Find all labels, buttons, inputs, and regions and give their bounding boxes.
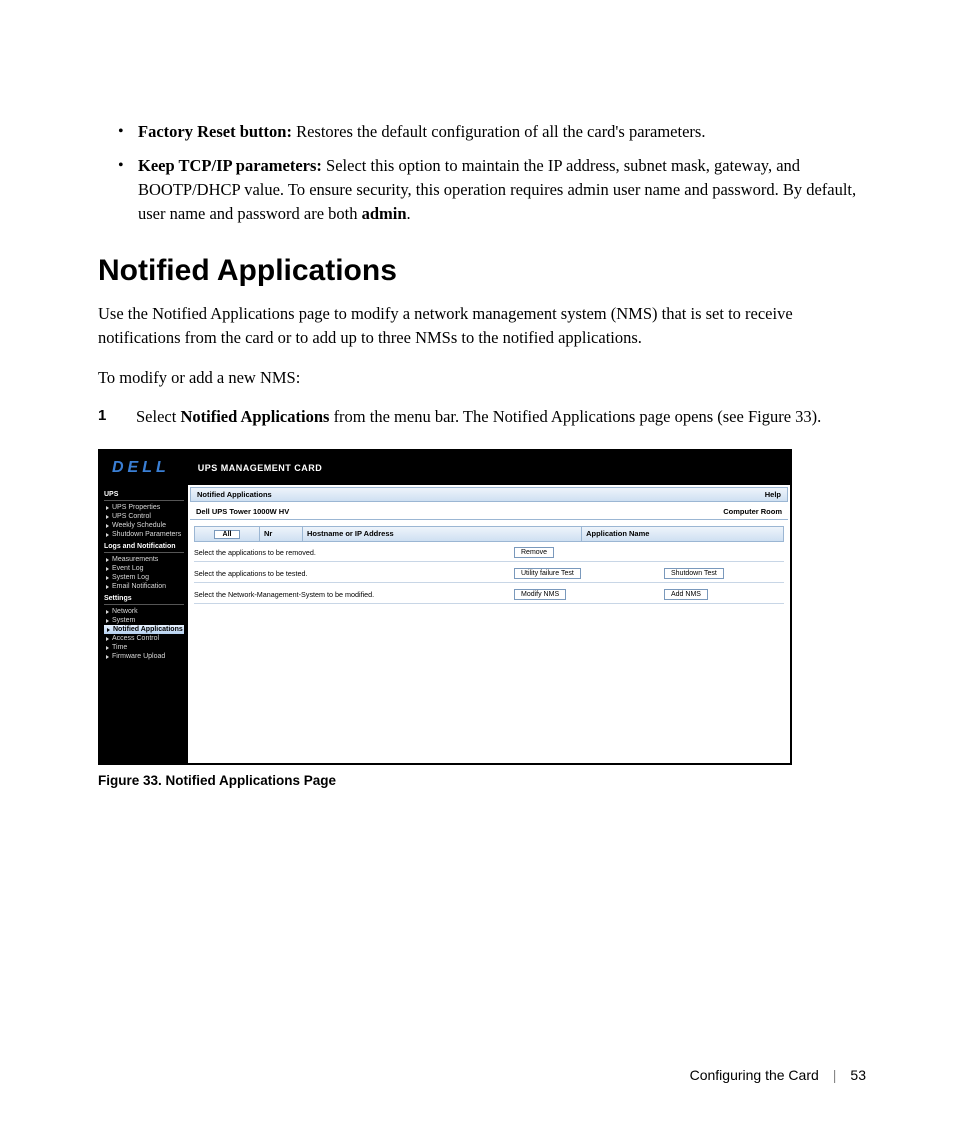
bullet-keep-tcpip: Keep TCP/IP parameters: Select this opti… <box>138 154 866 226</box>
sidebar-item-system[interactable]: System <box>104 616 184 625</box>
bullet-tail-bold: admin <box>362 204 407 223</box>
col-hostname: Hostname or IP Address <box>303 527 582 541</box>
sidebar-item-access-control[interactable]: Access Control <box>104 634 184 643</box>
bullet-tail-after: . <box>407 204 411 223</box>
app-title: UPS MANAGEMENT CARD <box>198 463 323 473</box>
utility-failure-test-button[interactable]: Utility failure Test <box>514 568 581 579</box>
sidebar-item-shutdown-parameters[interactable]: Shutdown Parameters <box>104 530 184 539</box>
figure-33-screenshot: DELL UPS MANAGEMENT CARD UPS UPS Propert… <box>98 449 792 765</box>
col-appname: Application Name <box>582 527 783 541</box>
add-nms-button[interactable]: Add NMS <box>664 589 708 600</box>
bullet-factory-reset: Factory Reset button: Restores the defau… <box>138 120 866 144</box>
sidebar-item-weekly-schedule[interactable]: Weekly Schedule <box>104 521 184 530</box>
step-post: from the menu bar. The Notified Applicat… <box>329 407 821 426</box>
sidebar-item-email-notification[interactable]: Email Notification <box>104 582 184 591</box>
content-titlebar: Notified Applications Help <box>190 487 788 502</box>
row-label: Select the applications to be tested. <box>194 569 514 578</box>
bullet-text: Restores the default configuration of al… <box>292 122 705 141</box>
sidebar: UPS UPS Properties UPS Control Weekly Sc… <box>100 485 188 763</box>
action-row-nms: Select the Network-Management-System to … <box>194 589 784 604</box>
modify-nms-button[interactable]: Modify NMS <box>514 589 566 600</box>
chevron-right-icon <box>106 576 109 580</box>
chevron-right-icon <box>106 506 109 510</box>
action-row-test: Select the applications to be tested. Ut… <box>194 568 784 583</box>
sidebar-item-network[interactable]: Network <box>104 607 184 616</box>
dell-logo: DELL <box>112 459 170 477</box>
chevron-right-icon <box>106 524 109 528</box>
remove-button[interactable]: Remove <box>514 547 554 558</box>
device-name: Dell UPS Tower 1000W HV <box>196 507 289 516</box>
sidebar-item-firmware-upload[interactable]: Firmware Upload <box>104 652 184 661</box>
sidebar-item-notified-applications[interactable]: Notified Applications <box>104 625 184 634</box>
chevron-right-icon <box>106 533 109 537</box>
intro-paragraph-1: Use the Notified Applications page to mo… <box>98 302 866 350</box>
step-bold: Notified Applications <box>180 407 329 426</box>
figure-caption: Figure 33. Notified Applications Page <box>98 773 866 788</box>
page-footer: Configuring the Card | 53 <box>690 1067 866 1083</box>
all-button[interactable]: All <box>214 530 241 539</box>
step-pre: Select <box>136 407 180 426</box>
intro-paragraph-2: To modify or add a new NMS: <box>98 366 866 390</box>
chevron-right-icon <box>106 637 109 641</box>
step-number: 1 <box>98 405 136 429</box>
content-panel: Notified Applications Help Dell UPS Towe… <box>188 485 790 763</box>
footer-section: Configuring the Card <box>690 1067 819 1083</box>
sidebar-item-ups-properties[interactable]: UPS Properties <box>104 503 184 512</box>
sidebar-item-measurements[interactable]: Measurements <box>104 555 184 564</box>
table-header: All Nr Hostname or IP Address Applicatio… <box>194 526 784 542</box>
row-label: Select the applications to be removed. <box>194 548 514 557</box>
chevron-right-icon <box>106 585 109 589</box>
footer-page-number: 53 <box>850 1067 866 1083</box>
sidebar-cat-settings: Settings <box>104 595 184 605</box>
bullet-label: Keep TCP/IP parameters: <box>138 156 322 175</box>
footer-separator: | <box>833 1067 837 1083</box>
chevron-right-icon <box>106 619 109 623</box>
step-1: 1 Select Notified Applications from the … <box>98 405 866 429</box>
chevron-right-icon <box>106 655 109 659</box>
chevron-right-icon <box>107 628 110 632</box>
device-bar: Dell UPS Tower 1000W HV Computer Room <box>190 504 788 520</box>
col-nr: Nr <box>260 527 303 541</box>
chevron-right-icon <box>106 610 109 614</box>
section-heading: Notified Applications <box>98 254 866 288</box>
app-header: DELL UPS MANAGEMENT CARD <box>100 451 790 485</box>
sidebar-item-ups-control[interactable]: UPS Control <box>104 512 184 521</box>
bullet-label: Factory Reset button: <box>138 122 292 141</box>
chevron-right-icon <box>106 567 109 571</box>
sidebar-cat-ups: UPS <box>104 491 184 501</box>
chevron-right-icon <box>106 646 109 650</box>
page-title: Notified Applications <box>197 490 272 499</box>
sidebar-cat-logs: Logs and Notification <box>104 543 184 553</box>
sidebar-item-time[interactable]: Time <box>104 643 184 652</box>
device-room: Computer Room <box>723 507 782 516</box>
sidebar-item-system-log[interactable]: System Log <box>104 573 184 582</box>
help-link[interactable]: Help <box>765 490 781 499</box>
action-row-remove: Select the applications to be removed. R… <box>194 547 784 562</box>
chevron-right-icon <box>106 558 109 562</box>
row-label: Select the Network-Management-System to … <box>194 590 514 599</box>
shutdown-test-button[interactable]: Shutdown Test <box>664 568 724 579</box>
sidebar-item-event-log[interactable]: Event Log <box>104 564 184 573</box>
chevron-right-icon <box>106 515 109 519</box>
